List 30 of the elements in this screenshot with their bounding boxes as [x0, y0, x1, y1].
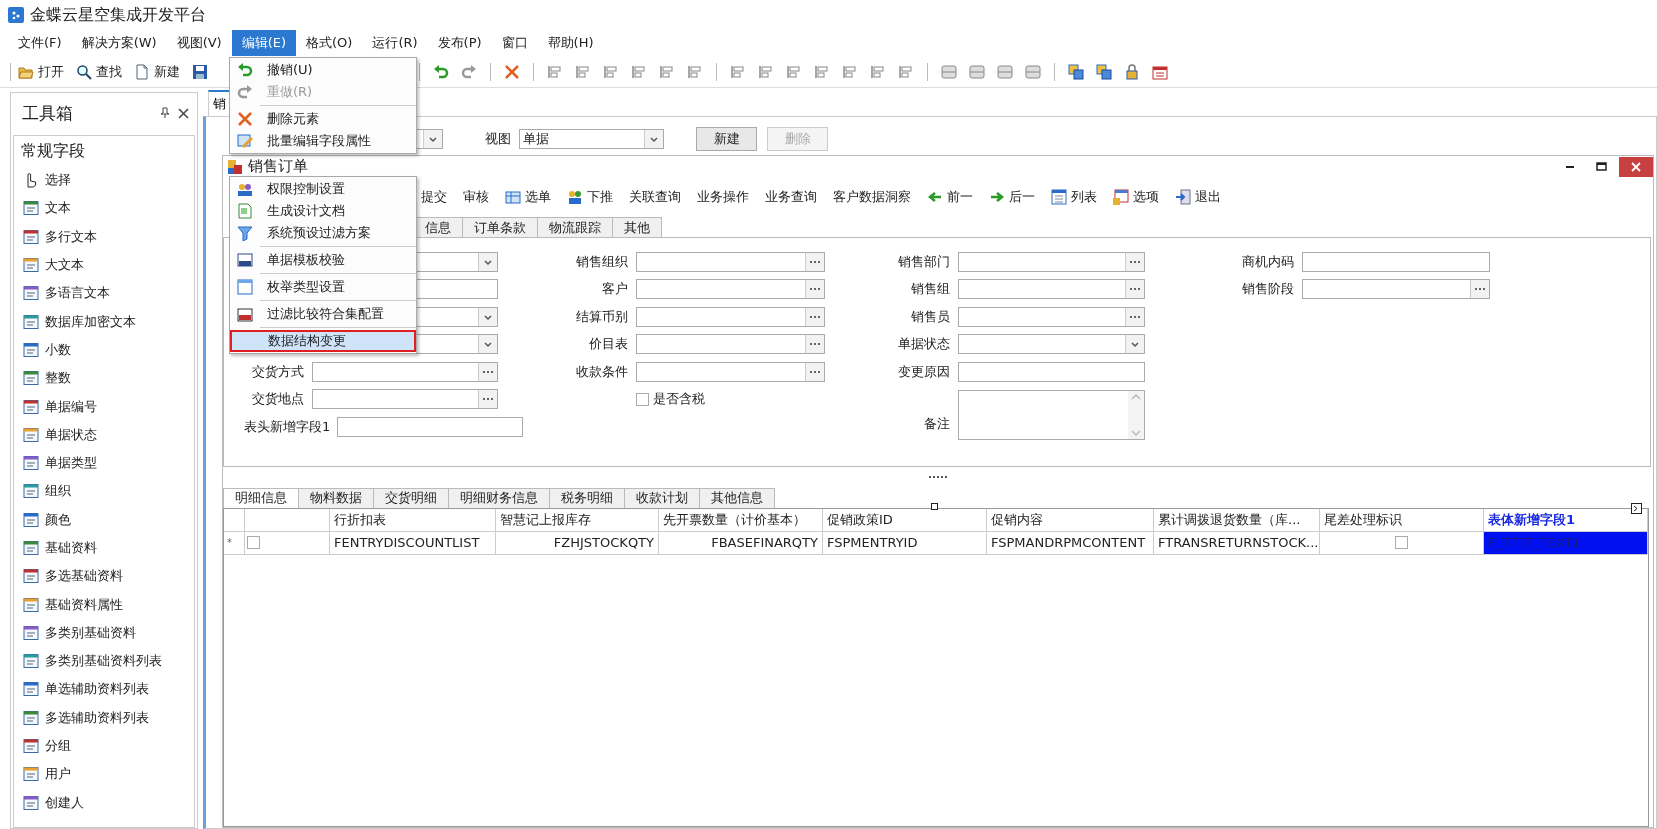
panel-title: 工具箱	[22, 101, 74, 125]
field-label: 销售组织	[576, 252, 628, 271]
field-label: 结算币别	[576, 307, 628, 326]
window-title: 金蝶云星空集成开发平台	[30, 4, 206, 26]
field-label: 交货方式	[252, 362, 304, 381]
field-label: 表头新增字段1	[244, 417, 331, 436]
field-label: 收款条件	[576, 362, 628, 381]
checkbox-label: 是否含税	[653, 390, 705, 409]
table-cell: FTRANSRETURNSTOCK...	[1154, 531, 1320, 554]
table-cell: FZHJSTOCKQTY	[496, 531, 659, 554]
field-label: 备注	[924, 414, 950, 433]
field-label: 交货地点	[252, 390, 304, 409]
field-label: 变更原因	[898, 362, 950, 381]
field-label: 视图	[485, 130, 511, 148]
field-label: 销售阶段	[1242, 280, 1294, 299]
field-label: 销售组	[911, 280, 950, 299]
field-label: 销售员	[911, 307, 950, 326]
row-marker: *	[227, 537, 232, 548]
section-title: 常规字段	[20, 139, 86, 162]
field-label: 单据状态	[898, 335, 950, 354]
form-title: 销售订单	[248, 157, 309, 176]
table-cell: FBASEFINARQTY	[659, 531, 823, 554]
table-cell: F_TTTT_TEXT1	[1484, 531, 1648, 554]
table-cell: FENTRYDISCOUNTLIST	[330, 531, 496, 554]
field-label: 客户	[602, 280, 628, 299]
field-label: 商机内码	[1242, 252, 1294, 271]
field-label: 销售部门	[898, 252, 950, 271]
table-cell: FSPMANDRPMCONTENT	[987, 531, 1154, 554]
table-cell: FSPMENTRYID	[823, 531, 987, 554]
field-label: 价目表	[589, 335, 628, 354]
